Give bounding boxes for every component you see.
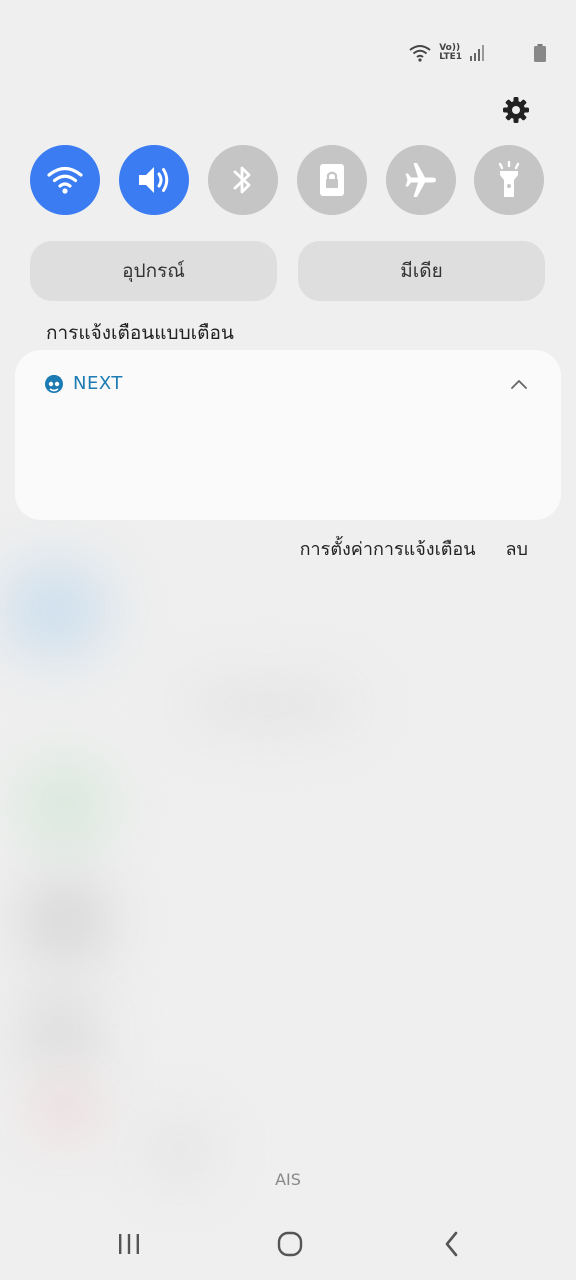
background-blur [180, 680, 360, 730]
back-icon [445, 1231, 458, 1257]
bluetooth-toggle[interactable] [208, 145, 278, 215]
notification-app-name: NEXT [73, 372, 123, 394]
signal-icon [470, 45, 484, 61]
recents-icon [119, 1234, 139, 1254]
recents-button[interactable] [107, 1222, 151, 1266]
bluetooth-icon [233, 166, 251, 194]
chevron-up-icon [511, 380, 527, 389]
gear-icon [503, 97, 529, 123]
background-blur [20, 990, 100, 1070]
portrait-lock-icon [320, 164, 344, 196]
wifi-status-icon [409, 45, 431, 62]
quick-settings-tiles [30, 145, 544, 215]
notification-settings-link[interactable]: การตั้งค่าการแจ้งเตือน [300, 534, 476, 563]
notification-actions: การตั้งค่าการแจ้งเตือน ลบ [300, 534, 528, 563]
background-blur [20, 760, 110, 850]
devices-label: อุปกรณ์ [122, 260, 185, 282]
notification-card[interactable]: NEXT [15, 350, 561, 520]
volte-label-bottom: LTE1 [439, 52, 462, 62]
carrier-label: AIS [275, 1170, 301, 1189]
collapse-button[interactable] [507, 372, 531, 396]
sound-icon [139, 167, 169, 193]
navigation-bar [0, 1222, 576, 1266]
flashlight-icon [498, 161, 520, 197]
background-blur [0, 560, 110, 660]
portrait-lock-toggle[interactable] [297, 145, 367, 215]
next-app-icon [45, 375, 63, 393]
background-blur [20, 880, 110, 960]
media-label: มีเดีย [400, 260, 443, 282]
battery-icon [534, 44, 546, 62]
airplane-mode-toggle[interactable] [386, 145, 456, 215]
wifi-toggle[interactable] [30, 145, 100, 215]
notification-shade: Vo)) LTE1 อุปกรณ์ มีเดีย การแจ้งเตือนแบบ… [0, 0, 576, 1280]
back-button[interactable] [430, 1222, 474, 1266]
status-bar: Vo)) LTE1 [409, 38, 546, 68]
settings-button[interactable] [498, 92, 534, 128]
clear-notifications-button[interactable]: ลบ [506, 534, 528, 563]
flashlight-toggle[interactable] [474, 145, 544, 215]
home-icon [277, 1231, 303, 1257]
devices-button[interactable]: อุปกรณ์ [30, 241, 277, 301]
sound-toggle[interactable] [119, 145, 189, 215]
notification-section-label: การแจ้งเตือนแบบเตือน [46, 322, 234, 344]
wifi-icon [47, 166, 83, 194]
media-button[interactable]: มีเดีย [298, 241, 545, 301]
notification-header: NEXT [43, 372, 123, 394]
background-blur [30, 1080, 100, 1140]
home-button[interactable] [268, 1222, 312, 1266]
volte-indicator: Vo)) LTE1 [439, 44, 462, 62]
airplane-icon [405, 163, 436, 197]
